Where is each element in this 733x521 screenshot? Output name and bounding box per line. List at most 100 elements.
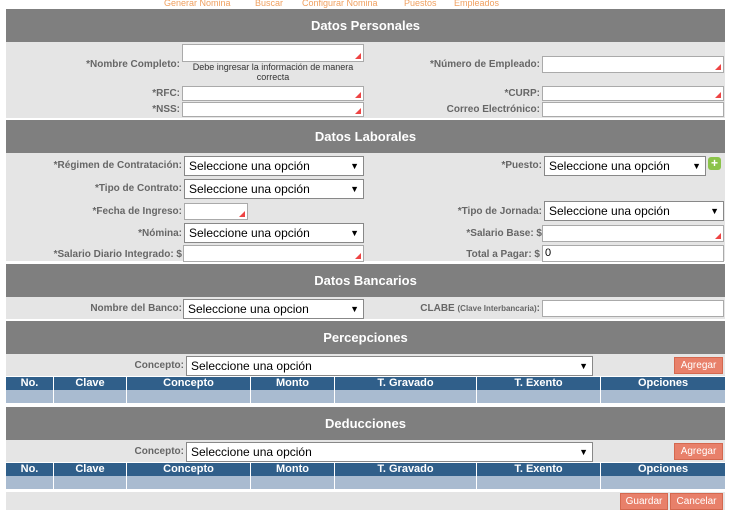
clabe-label-main: CLABE bbox=[420, 303, 455, 314]
nss-input[interactable] bbox=[182, 102, 364, 117]
fecha-ingreso-label: *Fecha de Ingreso: bbox=[92, 206, 182, 217]
section-datos-bancarios: Datos Bancarios bbox=[6, 264, 725, 297]
table-cell bbox=[54, 390, 127, 403]
col-t-gravado: T. Gravado bbox=[335, 377, 477, 390]
table-cell bbox=[6, 390, 54, 403]
col-opciones: Opciones bbox=[637, 377, 689, 389]
chevron-down-icon: ▼ bbox=[692, 161, 701, 171]
col-monto: Monto bbox=[251, 463, 335, 476]
nav-puestos[interactable]: Puestos bbox=[404, 0, 437, 8]
col-no: No. bbox=[6, 463, 54, 476]
section-datos-personales: Datos Personales bbox=[6, 9, 725, 42]
correo-label: Correo Electrónico: bbox=[446, 104, 540, 115]
nombre-error-message: Debe ingresar la información de manera c… bbox=[192, 62, 354, 82]
guardar-button[interactable]: Guardar bbox=[620, 493, 668, 510]
rfc-input[interactable] bbox=[182, 86, 364, 101]
col-clave: Clave bbox=[54, 377, 127, 390]
tipo-contrato-select-value: Seleccione una opción bbox=[189, 182, 310, 196]
table-cell bbox=[251, 476, 335, 489]
sdi-label: *Salario Diario Integrado: $ bbox=[53, 249, 182, 260]
col-clave: Clave bbox=[54, 463, 127, 476]
section-deducciones: Deducciones bbox=[6, 407, 725, 440]
tipo-contrato-label: *Tipo de Contrato: bbox=[94, 183, 182, 194]
chevron-down-icon: ▼ bbox=[710, 206, 719, 216]
nav-generar-nomina[interactable]: Generar Nomina bbox=[164, 0, 231, 8]
tipo-jornada-select-value: Seleccione una opción bbox=[549, 204, 670, 218]
nomina-select-value: Seleccione una opción bbox=[189, 226, 310, 240]
col-t-exento: T. Exento bbox=[477, 377, 601, 390]
nomina-select[interactable]: Seleccione una opción ▼ bbox=[184, 223, 364, 243]
chevron-down-icon: ▼ bbox=[350, 304, 359, 314]
chevron-down-icon: ▼ bbox=[350, 161, 359, 171]
percepciones-concepto-label: Concepto: bbox=[134, 360, 184, 371]
nss-label: *NSS: bbox=[152, 104, 180, 115]
nav-configurar-nomina[interactable]: Configurar Nomina bbox=[302, 0, 378, 8]
banco-label: Nombre del Banco: bbox=[90, 303, 182, 314]
nomina-label: *Nómina: bbox=[138, 228, 182, 239]
table-cell bbox=[251, 390, 335, 403]
salario-base-label: *Salario Base: $ bbox=[466, 228, 542, 239]
nombre-completo-label: *Nombre Completo: bbox=[86, 59, 180, 70]
percepciones-empty-row bbox=[6, 390, 725, 403]
numero-empleado-label: *Número de Empleado: bbox=[429, 59, 540, 70]
section-datos-laborales: Datos Laborales bbox=[6, 120, 725, 153]
puesto-label: *Puesto: bbox=[501, 160, 542, 171]
curp-label: *CURP: bbox=[504, 88, 540, 99]
clabe-label-sub: (Clave Interbancaria) bbox=[457, 304, 537, 313]
nav-buscar[interactable]: Buscar bbox=[255, 0, 283, 8]
salario-base-input[interactable] bbox=[542, 225, 724, 242]
regimen-select[interactable]: Seleccione una opción ▼ bbox=[184, 156, 364, 176]
col-opciones: Opciones bbox=[637, 463, 689, 475]
percepciones-table-header: No. Clave Concepto Monto T. Gravado T. E… bbox=[6, 377, 725, 390]
percepciones-concepto-select[interactable]: Seleccione una opción ▼ bbox=[186, 356, 593, 376]
chevron-down-icon: ▼ bbox=[579, 447, 588, 457]
table-cell bbox=[54, 476, 127, 489]
clabe-label: CLABE (Clave Interbancaria): bbox=[366, 303, 540, 314]
actions-bar bbox=[6, 492, 725, 510]
regimen-select-value: Seleccione una opción bbox=[189, 159, 310, 173]
col-concepto: Concepto bbox=[127, 463, 251, 476]
curp-input[interactable] bbox=[542, 86, 724, 101]
rfc-label: *RFC: bbox=[152, 88, 180, 99]
deducciones-table-header: No. Clave Concepto Monto T. Gravado T. E… bbox=[6, 463, 725, 476]
deducciones-concepto-label: Concepto: bbox=[134, 446, 184, 457]
col-t-exento: T. Exento bbox=[477, 463, 601, 476]
percepciones-agregar-button[interactable]: Agregar bbox=[674, 357, 723, 374]
table-cell bbox=[477, 390, 601, 403]
deducciones-empty-row bbox=[6, 476, 725, 489]
chevron-down-icon: ▼ bbox=[579, 361, 588, 371]
correo-input[interactable] bbox=[542, 102, 724, 117]
table-cell bbox=[477, 476, 601, 489]
nav-empleados[interactable]: Empleados bbox=[454, 0, 499, 8]
clabe-input[interactable] bbox=[542, 300, 724, 317]
total-pagar-label: Total a Pagar: $ bbox=[466, 249, 540, 260]
fecha-ingreso-input[interactable] bbox=[184, 203, 248, 220]
sdi-input[interactable] bbox=[183, 245, 364, 262]
chevron-down-icon: ▼ bbox=[350, 228, 359, 238]
table-cell bbox=[335, 476, 477, 489]
puesto-select[interactable]: Seleccione una opción ▼ bbox=[544, 156, 706, 176]
table-cell bbox=[127, 476, 251, 489]
cancelar-button[interactable]: Cancelar bbox=[670, 493, 723, 510]
banco-select[interactable]: Seleccione una opcion ▼ bbox=[183, 299, 364, 319]
deducciones-concepto-value: Seleccione una opción bbox=[191, 445, 312, 459]
deducciones-agregar-button[interactable]: Agregar bbox=[674, 443, 723, 460]
total-pagar-input[interactable]: 0 bbox=[542, 245, 724, 262]
deducciones-concepto-select[interactable]: Seleccione una opción ▼ bbox=[186, 442, 593, 462]
section-percepciones: Percepciones bbox=[6, 321, 725, 354]
add-puesto-icon[interactable]: + bbox=[708, 157, 721, 170]
top-navigation: Generar Nomina Buscar Configurar Nomina … bbox=[0, 0, 733, 9]
tipo-contrato-select[interactable]: Seleccione una opción ▼ bbox=[184, 179, 364, 199]
percepciones-concepto-value: Seleccione una opción bbox=[191, 359, 312, 373]
regimen-label: *Régimen de Contratación: bbox=[53, 160, 182, 171]
chevron-down-icon: ▼ bbox=[350, 184, 359, 194]
tipo-jornada-select[interactable]: Seleccione una opción ▼ bbox=[544, 201, 724, 221]
nombre-completo-input[interactable] bbox=[182, 44, 364, 62]
col-concepto: Concepto bbox=[127, 377, 251, 390]
tipo-jornada-label: *Tipo de Jornada: bbox=[457, 206, 542, 217]
table-cell bbox=[127, 390, 251, 403]
banco-select-value: Seleccione una opcion bbox=[188, 302, 309, 316]
col-t-gravado: T. Gravado bbox=[335, 463, 477, 476]
clabe-label-colon: : bbox=[536, 303, 540, 314]
numero-empleado-input[interactable] bbox=[542, 56, 724, 73]
